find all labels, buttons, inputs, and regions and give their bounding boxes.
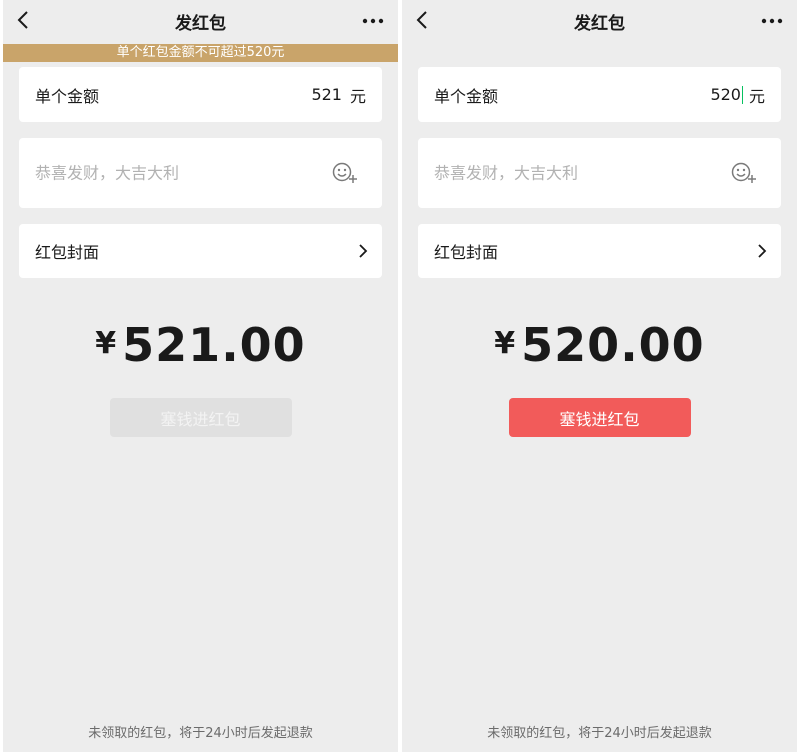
cover-row[interactable]: 红包封面 — [418, 224, 781, 278]
emoji-add-icon[interactable] — [332, 162, 358, 184]
amount-limit-warning: 单个红包金额不可超过520元 — [3, 44, 398, 62]
more-dots-icon[interactable] — [761, 18, 783, 24]
amount-unit: 元 — [349, 86, 366, 106]
amount-row[interactable]: 单个金额 521 元 — [19, 67, 382, 122]
total-amount: ¥520.00 — [402, 318, 797, 372]
amount-value: 521 — [311, 85, 342, 104]
amount-value: 520 — [710, 85, 741, 104]
cover-label: 红包封面 — [434, 243, 499, 262]
page-title: 发红包 — [175, 14, 226, 34]
total-value: 520.00 — [521, 318, 705, 372]
greeting-input[interactable] — [434, 163, 674, 183]
more-dots-icon[interactable] — [362, 18, 384, 24]
red-packet-screen-right: 发红包 单个金额 520 元 恭喜发财，大吉大利 红包封面 ¥ 520.00 塞… — [402, 0, 797, 752]
total-amount: ¥521.00 — [3, 318, 398, 372]
chevron-right-icon — [359, 244, 368, 258]
amount-label: 单个金额 — [35, 86, 100, 106]
refund-note: 未领取的红包，将于24小时后发起退款 — [487, 726, 712, 741]
send-red-packet-button[interactable]: 塞钱进红包 — [508, 398, 691, 437]
red-packet-screen-left: 发红包 单个红包金额不可超过520元 单个金额 521 元 恭喜发财，大吉大利 … — [3, 0, 398, 752]
nav-bar: 发红包 — [402, 0, 797, 42]
amount-unit: 元 — [748, 86, 765, 106]
total-value: 521.00 — [122, 318, 306, 372]
comparison-stage: 发红包 单个红包金额不可超过520元 单个金额 521 元 恭喜发财，大吉大利 … — [0, 0, 800, 752]
cover-label: 红包封面 — [35, 243, 100, 262]
text-cursor — [741, 85, 743, 104]
cover-row[interactable]: 红包封面 — [19, 224, 382, 278]
amount-field[interactable]: 521 元 — [311, 83, 366, 107]
amount-label: 单个金额 — [434, 86, 499, 106]
greeting-row[interactable] — [19, 138, 382, 208]
greeting-input[interactable] — [35, 163, 275, 183]
refund-note: 未领取的红包，将于24小时后发起退款 — [88, 726, 313, 741]
chevron-right-icon — [758, 244, 767, 258]
currency-symbol: ¥ — [95, 326, 117, 361]
page-title: 发红包 — [574, 14, 625, 34]
send-red-packet-button[interactable]: 塞钱进红包 — [109, 398, 292, 437]
currency-symbol: ¥ — [494, 326, 516, 361]
nav-bar: 发红包 — [3, 0, 398, 42]
emoji-add-icon[interactable] — [731, 162, 757, 184]
amount-field[interactable]: 520 元 — [710, 83, 765, 107]
amount-row[interactable]: 单个金额 520 元 — [418, 67, 781, 122]
greeting-row[interactable] — [418, 138, 781, 208]
